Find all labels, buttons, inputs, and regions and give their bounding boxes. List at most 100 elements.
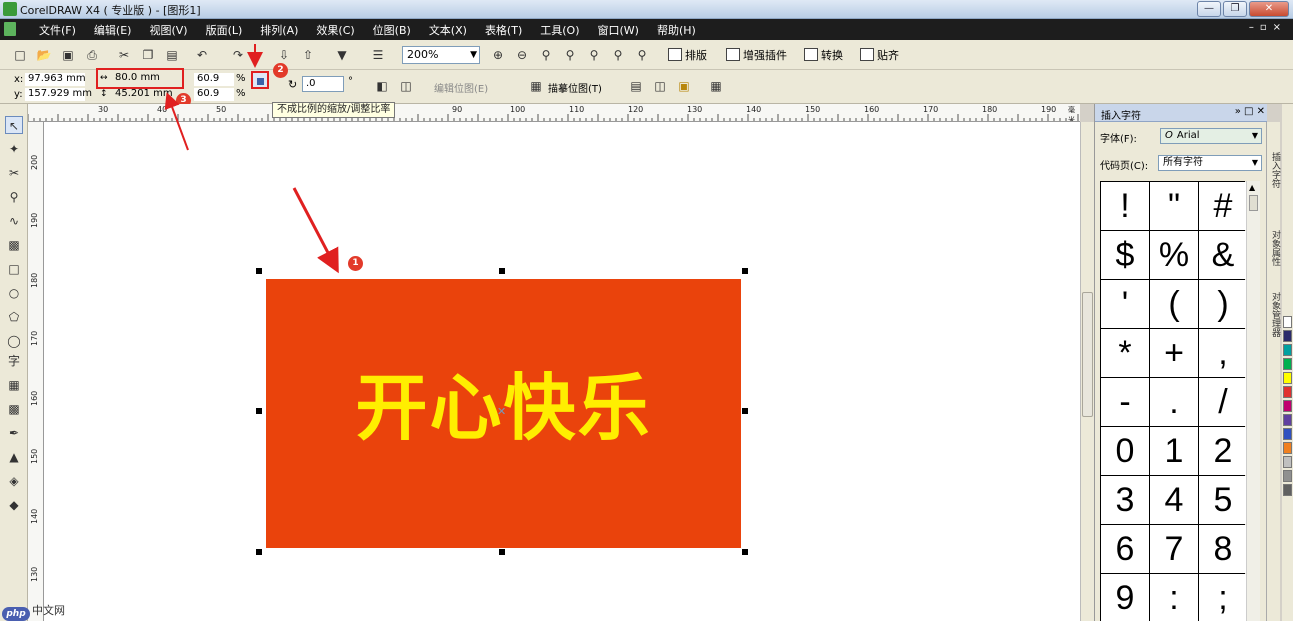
new-document-icon[interactable]: □ (12, 47, 28, 63)
character-cell[interactable]: 7 (1150, 525, 1198, 573)
mirror-vertical-icon[interactable]: ◫ (398, 78, 414, 94)
color-swatch[interactable] (1283, 442, 1292, 454)
character-cell[interactable]: 6 (1101, 525, 1149, 573)
wrap-text-icon[interactable]: ▤ (628, 78, 644, 94)
menu-table[interactable]: 表格(T) (476, 22, 531, 38)
color-swatch[interactable] (1283, 358, 1292, 370)
character-cell[interactable]: * (1101, 329, 1149, 377)
scale-height-field[interactable]: 60.9 (194, 88, 234, 101)
selection-handle-left[interactable] (256, 408, 262, 414)
character-cell[interactable]: + (1150, 329, 1198, 377)
to-front-icon[interactable]: ◫ (652, 78, 668, 94)
trace-bitmap-button[interactable]: 描摹位图(T) (548, 80, 602, 95)
paste-icon[interactable]: ▤ (164, 47, 180, 63)
color-swatch[interactable] (1283, 316, 1292, 328)
menu-effects[interactable]: 效果(C) (307, 22, 363, 38)
selection-handle-bottom-left[interactable] (256, 549, 262, 555)
character-grid-scrollbar[interactable]: ▲ (1246, 181, 1260, 621)
selection-handle-right[interactable] (742, 408, 748, 414)
table-tool-icon[interactable]: ▦ (5, 376, 23, 394)
zoom-width-icon[interactable]: ⚲ (610, 47, 626, 63)
tab-object-manager[interactable]: 对象管理器 (1268, 292, 1280, 337)
canvas-vertical-scrollbar[interactable] (1080, 122, 1094, 621)
character-cell[interactable]: # (1199, 182, 1247, 230)
character-cell[interactable]: 1 (1150, 427, 1198, 475)
print-icon[interactable]: ⎙ (84, 47, 100, 63)
save-icon[interactable]: ▣ (60, 47, 76, 63)
color-swatch[interactable] (1283, 344, 1292, 356)
selection-handle-top-left[interactable] (256, 268, 262, 274)
minimize-button[interactable]: — (1197, 1, 1221, 17)
zoom-in-icon[interactable]: ⊕ (490, 47, 506, 63)
zoom-out-icon[interactable]: ⊖ (514, 47, 530, 63)
copy-icon[interactable]: ❐ (140, 47, 156, 63)
enhance-plugin-button[interactable]: 增强插件 (726, 47, 787, 63)
character-cell[interactable]: & (1199, 231, 1247, 279)
zoom-level-select[interactable]: 200% ▼ (402, 46, 480, 64)
selection-handle-bottom-right[interactable] (742, 549, 748, 555)
polygon-tool-icon[interactable]: ⬠ (5, 308, 23, 326)
freehand-tool-icon[interactable]: ∿ (5, 212, 23, 230)
character-cell[interactable]: $ (1101, 231, 1149, 279)
font-select[interactable]: O Arial ▼ (1160, 128, 1262, 144)
character-cell[interactable]: 8 (1199, 525, 1247, 573)
import-icon[interactable]: ⇩ (276, 47, 292, 63)
character-cell[interactable]: 5 (1199, 476, 1247, 524)
rotation-angle-field[interactable]: .0 (302, 76, 344, 92)
menu-bitmaps[interactable]: 位图(B) (364, 22, 420, 38)
zoom-all-icon[interactable]: ⚲ (562, 47, 578, 63)
crop-tool-icon[interactable]: ✂ (5, 164, 23, 182)
y-position-field[interactable]: 157.929 mm (25, 88, 92, 101)
zoom-tool-icon[interactable]: ⚲ (5, 188, 23, 206)
character-cell[interactable]: ( (1150, 280, 1198, 328)
ellipse-tool-icon[interactable]: ○ (5, 284, 23, 302)
color-swatch[interactable] (1283, 484, 1292, 496)
character-cell[interactable]: 4 (1150, 476, 1198, 524)
vertical-ruler[interactable]: 200 190 180 170 160 150 140 130 (28, 122, 44, 621)
zoom-height-icon[interactable]: ⚲ (634, 47, 650, 63)
interactive-blend-tool-icon[interactable]: ▩ (5, 400, 23, 418)
export-icon[interactable]: ⇧ (300, 47, 316, 63)
edit-bitmap-button[interactable]: 编辑位图(E) (434, 80, 488, 95)
color-swatch[interactable] (1283, 372, 1292, 384)
menu-view[interactable]: 视图(V) (140, 22, 196, 38)
welcome-screen-icon[interactable]: ☰ (370, 47, 386, 63)
color-swatch[interactable] (1283, 470, 1292, 482)
scale-width-field[interactable]: 60.9 (194, 73, 234, 86)
character-cell[interactable]: ; (1199, 574, 1247, 621)
close-button[interactable]: ✕ (1249, 1, 1289, 17)
to-back-icon[interactable]: ▣ (676, 78, 692, 94)
color-swatch[interactable] (1283, 414, 1292, 426)
menu-tools[interactable]: 工具(O) (531, 22, 588, 38)
basic-shapes-tool-icon[interactable]: ◯ (5, 332, 23, 350)
rectangle-tool-icon[interactable]: □ (5, 260, 23, 278)
color-swatch[interactable] (1283, 428, 1292, 440)
restore-button[interactable]: ❐ (1223, 1, 1247, 17)
scroll-up-icon[interactable]: ▲ (1249, 183, 1255, 192)
convert-button[interactable]: 转换 (804, 47, 843, 63)
menu-window[interactable]: 窗口(W) (589, 22, 648, 38)
fill-tool-icon[interactable]: ◈ (5, 472, 23, 490)
character-cell[interactable]: 2 (1199, 427, 1247, 475)
character-cell[interactable]: ) (1199, 280, 1247, 328)
x-position-field[interactable]: 97.963 mm (25, 73, 86, 86)
menu-text[interactable]: 文本(X) (420, 22, 476, 38)
cut-icon[interactable]: ✂ (116, 47, 132, 63)
color-swatch[interactable] (1283, 386, 1292, 398)
width-field[interactable]: 80.0 mm (112, 72, 178, 85)
menu-arrange[interactable]: 排列(A) (251, 22, 307, 38)
scrollbar-thumb[interactable] (1082, 292, 1093, 417)
shape-tool-icon[interactable]: ✦ (5, 140, 23, 158)
outline-tool-icon[interactable]: ▲ (5, 448, 23, 466)
character-cell[interactable]: 9 (1101, 574, 1149, 621)
scrollbar-thumb[interactable] (1249, 195, 1258, 211)
docker-controls[interactable]: » □ ✕ (1235, 106, 1265, 117)
open-folder-icon[interactable]: 📂 (36, 47, 52, 63)
application-launcher-icon[interactable]: ▼ (334, 47, 350, 63)
character-cell[interactable]: 0 (1101, 427, 1149, 475)
menu-layout[interactable]: 版面(L) (197, 22, 252, 38)
character-cell[interactable]: " (1150, 182, 1198, 230)
character-cell[interactable]: . (1150, 378, 1198, 426)
character-cell[interactable]: - (1101, 378, 1149, 426)
character-cell[interactable]: ' (1101, 280, 1149, 328)
